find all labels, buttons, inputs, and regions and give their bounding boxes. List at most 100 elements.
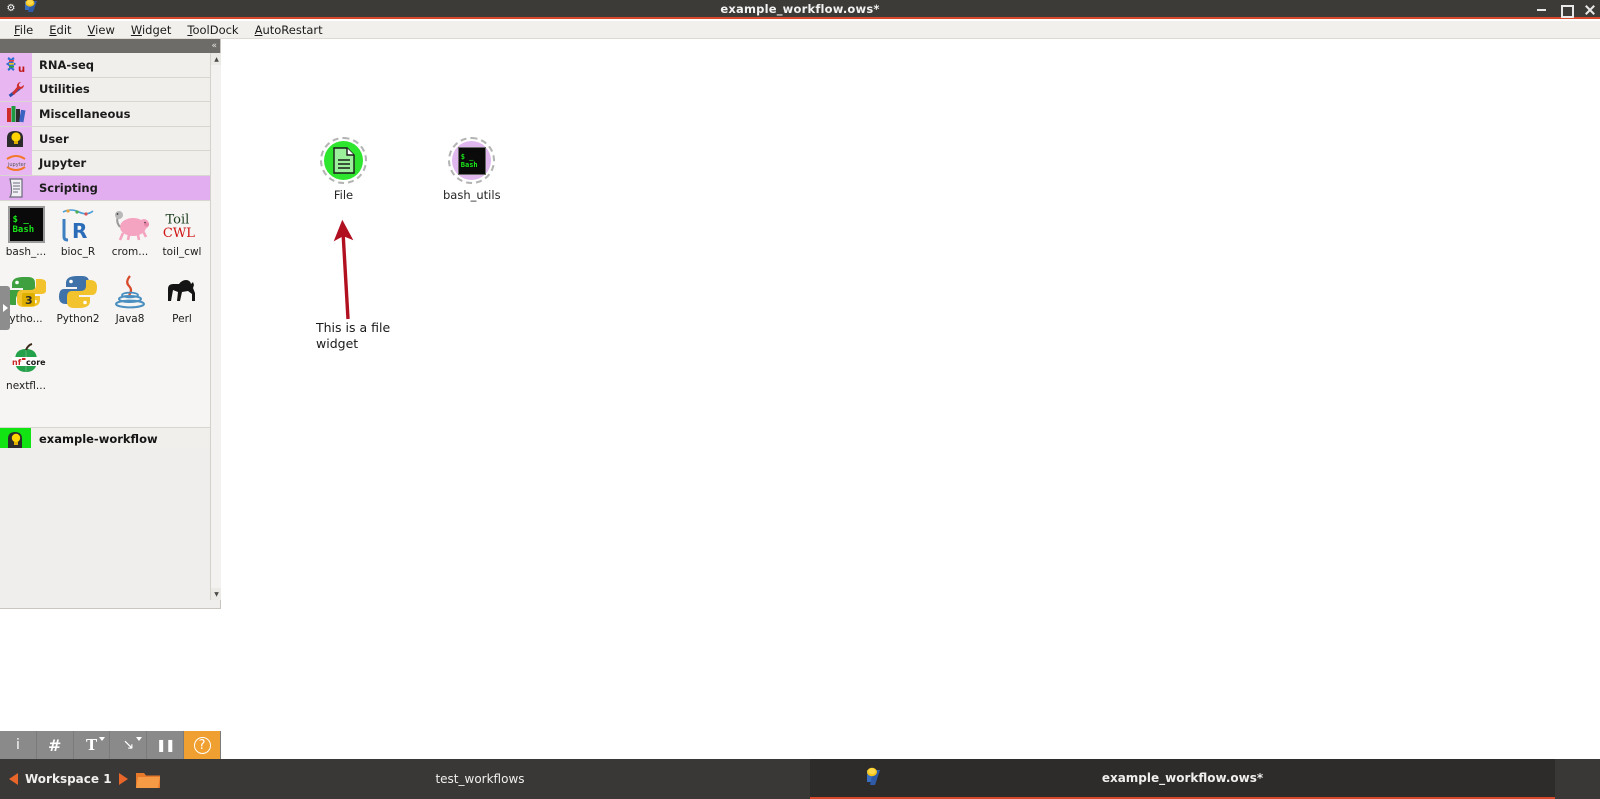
document-icon bbox=[324, 141, 363, 180]
widget-cromwell[interactable]: crom... bbox=[104, 205, 156, 272]
info-button[interactable]: i bbox=[0, 731, 37, 759]
category-miscellaneous[interactable]: Miscellaneous bbox=[0, 101, 210, 127]
expand-handle-arrow bbox=[2, 304, 8, 312]
svg-text:CWL: CWL bbox=[163, 226, 195, 241]
widget-label: bioc_R bbox=[60, 245, 96, 258]
taskbar-item-test-workflows[interactable]: test_workflows bbox=[150, 759, 810, 799]
window-controls bbox=[1535, 0, 1596, 19]
widget-label: nextfl... bbox=[6, 379, 46, 392]
taskbar-item-example-workflow[interactable]: example_workflow.ows* bbox=[810, 759, 1555, 799]
taskbar-item-label: example_workflow.ows* bbox=[1101, 771, 1264, 785]
widget-toil-cwl[interactable]: Toil CWL toil_cwl bbox=[156, 205, 208, 272]
widget-label: ytho... bbox=[9, 312, 43, 325]
svg-text:core: core bbox=[26, 358, 46, 367]
miscellaneous-icon bbox=[0, 101, 32, 126]
next-workspace-icon[interactable] bbox=[118, 773, 128, 785]
widget-perl[interactable]: Perl bbox=[156, 272, 208, 339]
bash-icon: $ _ Bash bbox=[452, 141, 492, 180]
workspace-switcher: Workspace 1 bbox=[0, 769, 160, 789]
widget-java8[interactable]: Java8 bbox=[104, 272, 156, 339]
arrow-annotation-button[interactable]: ↘ bbox=[110, 731, 148, 759]
perl-icon bbox=[162, 272, 202, 312]
widget-bioc-r[interactable]: R bioc_R bbox=[52, 205, 104, 272]
node-selection-ring bbox=[320, 137, 367, 184]
collapse-dock-icon[interactable]: « bbox=[211, 41, 217, 51]
widget-label: Python2 bbox=[56, 312, 100, 325]
category-utilities[interactable]: Utilities bbox=[0, 77, 210, 103]
bioc-r-icon: R bbox=[58, 205, 98, 245]
user-icon bbox=[0, 126, 32, 151]
cromwell-icon bbox=[110, 205, 150, 245]
category-label: Miscellaneous bbox=[39, 106, 131, 121]
lightbulb-head-icon bbox=[0, 427, 31, 448]
workflow-entry-example-workflow[interactable]: example-workflow bbox=[0, 427, 210, 448]
widget-python2[interactable]: Python2 bbox=[52, 272, 104, 339]
tool-dock: « u RNA-seq Utilities Miscellaneous User… bbox=[0, 39, 222, 782]
category-user[interactable]: User bbox=[0, 126, 210, 152]
category-scripting[interactable]: Scripting bbox=[0, 175, 210, 201]
title-bar: ⚙ example_workflow.ows* bbox=[0, 0, 1600, 19]
menu-view[interactable]: View bbox=[80, 23, 123, 37]
workspace-label: Workspace 1 bbox=[25, 772, 112, 786]
previous-workspace-icon[interactable] bbox=[9, 773, 18, 785]
expand-handle-icon[interactable] bbox=[0, 286, 10, 330]
java8-icon bbox=[110, 272, 150, 312]
dock-header: « bbox=[0, 39, 220, 53]
window-title: example_workflow.ows* bbox=[720, 1, 880, 16]
grid-icon: # bbox=[48, 735, 62, 755]
taskbar-item-label: test_workflows bbox=[435, 772, 525, 786]
maximize-icon[interactable] bbox=[1559, 3, 1574, 18]
toolbox-scrollbar[interactable]: ▲ ▼ bbox=[210, 53, 222, 600]
orange-logo-icon bbox=[862, 767, 882, 789]
node-selection-ring: $ _ Bash bbox=[448, 137, 496, 184]
canvas-node-bash-utils[interactable]: $ _ Bash bash_utils bbox=[443, 137, 501, 202]
close-icon[interactable] bbox=[1583, 3, 1596, 16]
bash-icon: $ _ Bash bbox=[6, 205, 46, 245]
svg-text:Toil: Toil bbox=[165, 212, 189, 227]
canvas-bottom-toolbar: i # T ↘ ❚❚ ? bbox=[0, 731, 221, 759]
arrow-icon: ↘ bbox=[122, 737, 135, 753]
category-label: User bbox=[39, 131, 69, 146]
widget-bash[interactable]: $ _ Bash bash_... bbox=[0, 205, 52, 272]
pause-button[interactable]: ❚❚ bbox=[147, 731, 185, 759]
category-jupyter[interactable]: jupyter Jupyter bbox=[0, 151, 210, 176]
menu-edit[interactable]: Edit bbox=[41, 23, 79, 37]
text-annotation-button[interactable]: T bbox=[74, 731, 111, 759]
svg-text:3: 3 bbox=[25, 294, 33, 307]
widget-toolbox: u RNA-seq Utilities Miscellaneous User j… bbox=[0, 53, 210, 448]
grid-button[interactable]: # bbox=[37, 731, 74, 759]
title-bar-left: ⚙ bbox=[0, 0, 120, 19]
menu-autorestart[interactable]: AutoRestart bbox=[247, 23, 331, 37]
workflow-canvas[interactable]: File $ _ Bash bash_utils This is a file w… bbox=[221, 39, 1600, 759]
chevron-down-icon[interactable] bbox=[99, 737, 106, 741]
minimize-icon[interactable] bbox=[1535, 3, 1548, 16]
menu-file[interactable]: File bbox=[6, 23, 41, 37]
info-icon: i bbox=[15, 737, 20, 753]
widget-label: crom... bbox=[111, 245, 149, 258]
annotation-arrow[interactable] bbox=[316, 219, 366, 329]
menu-bar: File Edit View Widget ToolDock AutoResta… bbox=[0, 21, 1600, 39]
help-button[interactable]: ? bbox=[184, 731, 221, 759]
canvas-node-file[interactable]: File bbox=[320, 137, 367, 202]
text-icon: T bbox=[85, 736, 98, 754]
python2-icon bbox=[58, 272, 98, 312]
svg-text:u: u bbox=[18, 64, 25, 75]
widget-label: bash_... bbox=[5, 245, 47, 258]
utilities-icon bbox=[0, 77, 32, 102]
widget-nextflow[interactable]: nf core nextfl... bbox=[0, 339, 52, 406]
menu-tooldock[interactable]: ToolDock bbox=[179, 23, 246, 37]
menu-widget[interactable]: Widget bbox=[123, 23, 180, 37]
toil-cwl-icon: Toil CWL bbox=[162, 205, 202, 245]
window-menu-icon[interactable]: ⚙ bbox=[4, 2, 18, 16]
category-label: RNA-seq bbox=[39, 57, 95, 72]
chevron-down-icon[interactable] bbox=[136, 737, 143, 741]
node-label: bash_utils bbox=[443, 188, 501, 202]
canvas-annotation-text[interactable]: This is a file widget bbox=[316, 320, 411, 351]
python3-icon: 3 bbox=[6, 272, 46, 312]
category-label: Scripting bbox=[39, 180, 98, 195]
widget-grid: $ _ Bash bash_... R bioc_R crom... Toil … bbox=[0, 200, 210, 406]
category-rna-seq[interactable]: u RNA-seq bbox=[0, 53, 210, 78]
widget-label: Java8 bbox=[115, 312, 145, 325]
rna-seq-icon: u bbox=[0, 53, 32, 77]
node-label: File bbox=[333, 188, 354, 202]
